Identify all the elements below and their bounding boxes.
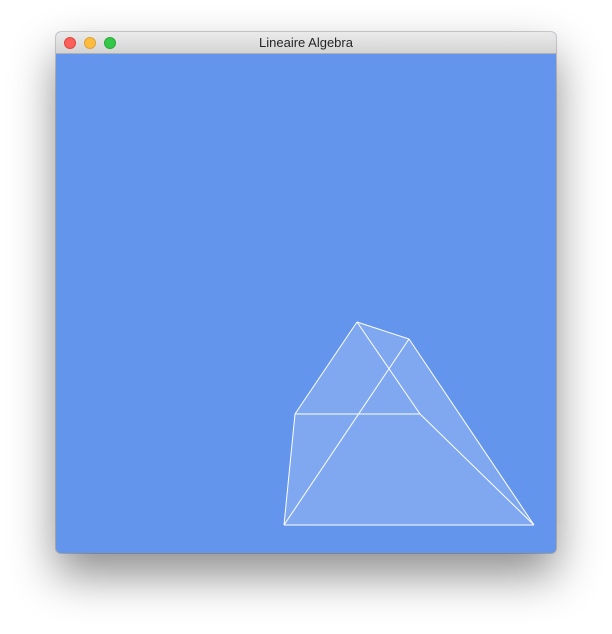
window-title: Lineaire Algebra [259,35,353,50]
app-window: Lineaire Algebra [56,32,556,553]
title-bar[interactable]: Lineaire Algebra [56,32,556,54]
render-canvas[interactable] [56,54,556,553]
wireframe-scene [283,321,535,526]
